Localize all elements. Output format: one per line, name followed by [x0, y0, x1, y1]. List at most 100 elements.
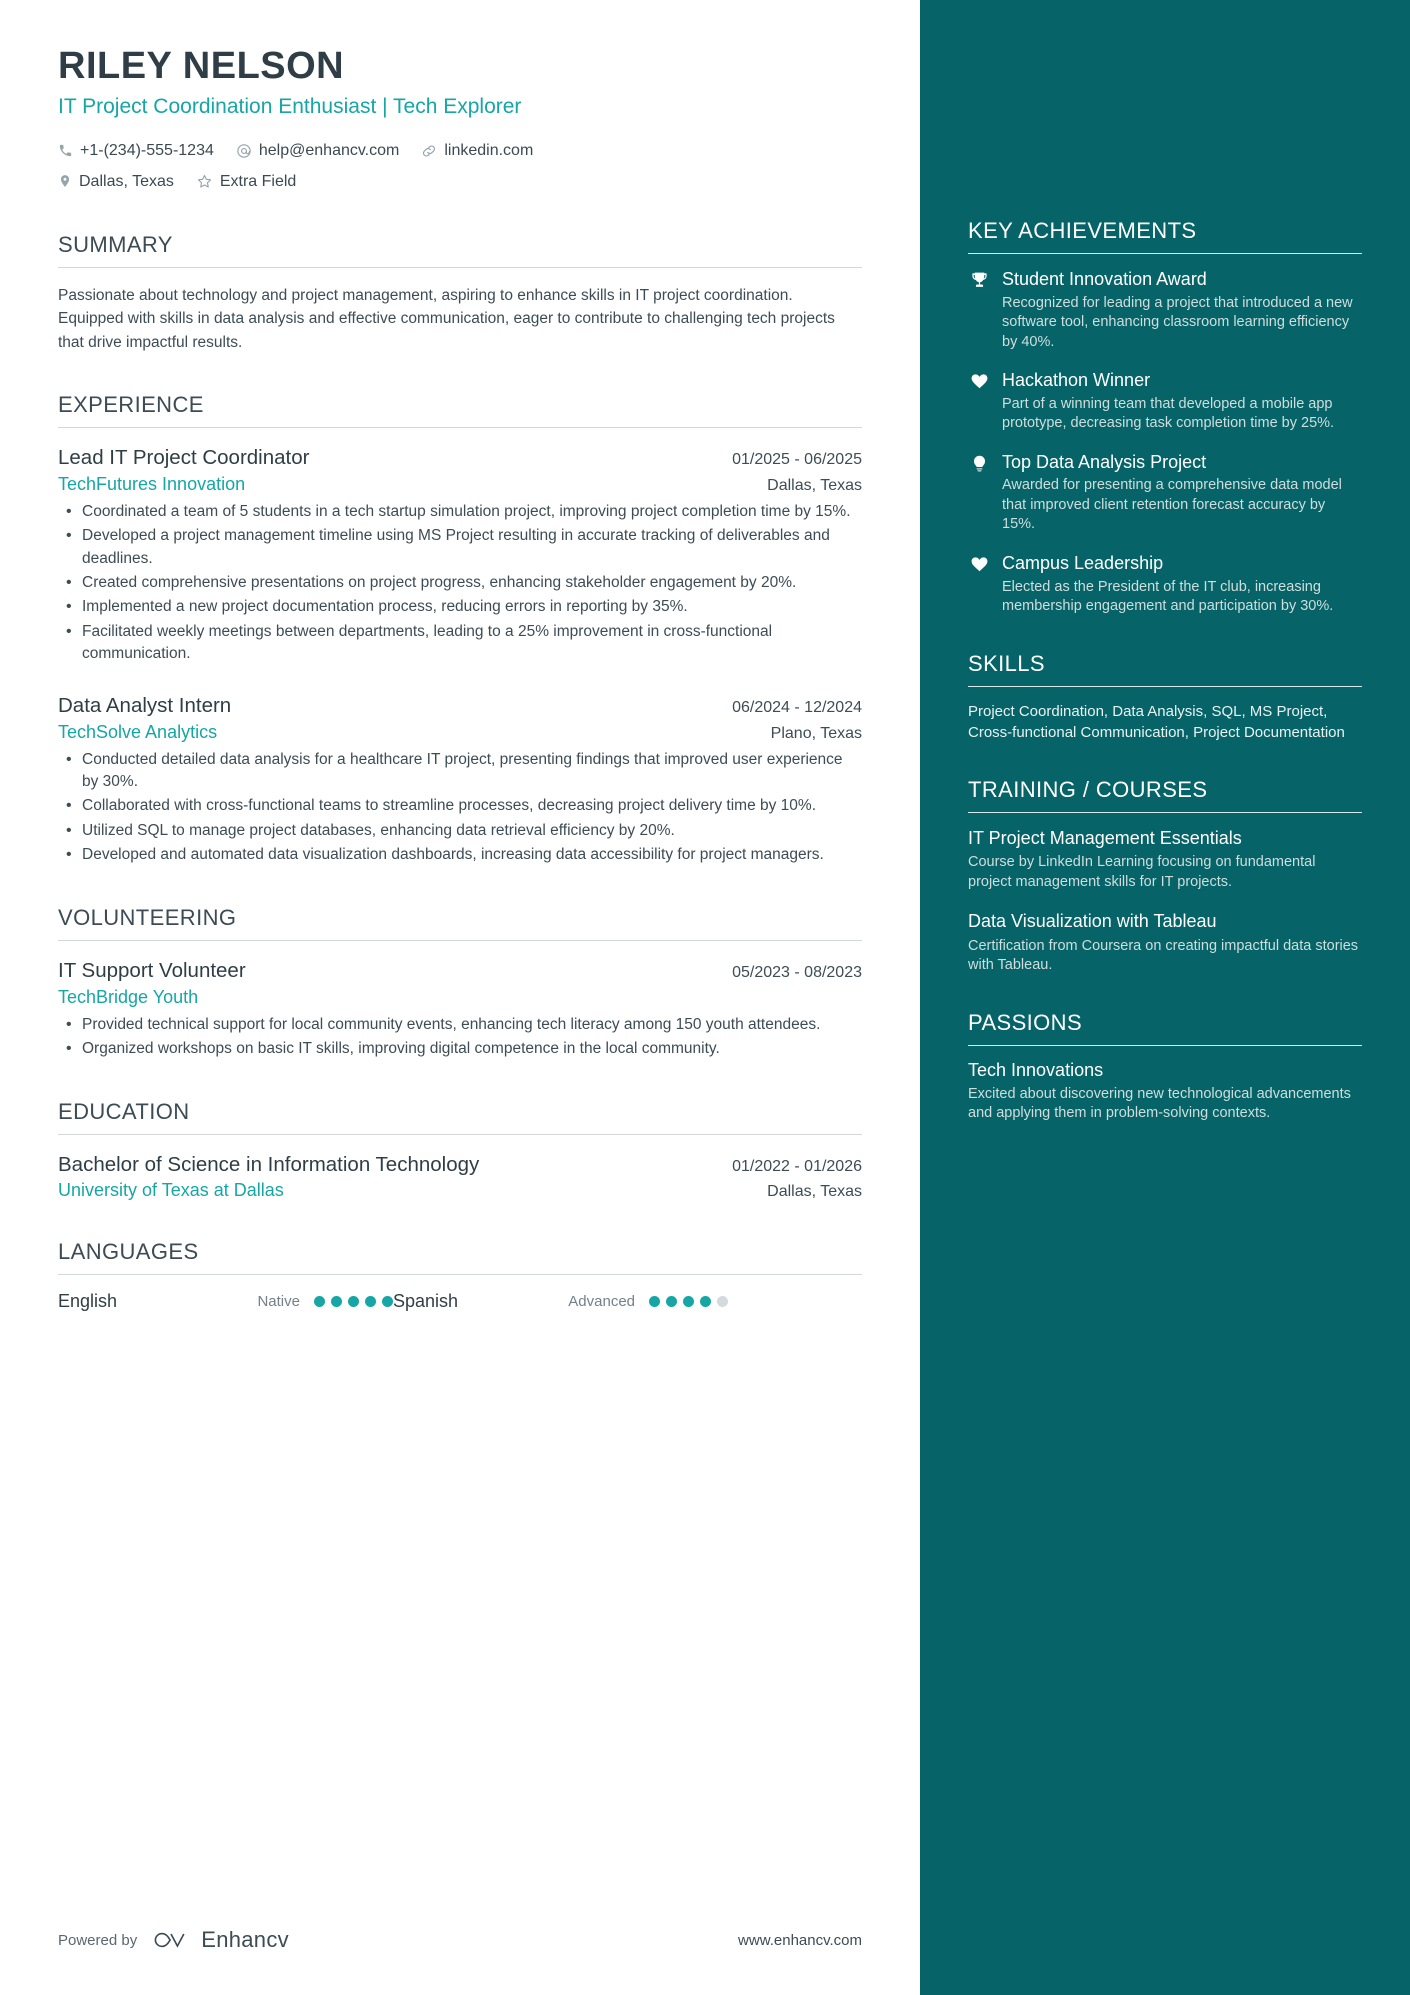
job-location: Plano, Texas: [770, 724, 862, 742]
divider: [58, 267, 862, 269]
email-icon: [236, 143, 252, 159]
bullet-item: Facilitated weekly meetings between depa…: [58, 620, 862, 666]
section-title-summary: SUMMARY: [58, 232, 173, 258]
bullet-item: Developed and automated data visualizati…: [58, 843, 862, 867]
contact-location[interactable]: Dallas, Texas: [58, 169, 174, 195]
experience-entry: Data Analyst Intern 06/2024 - 12/2024 Te…: [58, 692, 862, 867]
language-name: English: [58, 1291, 118, 1312]
contact-row-primary: +1-(234)-555-1234 help@enhancv.com linke…: [58, 138, 862, 164]
dot-filled: [666, 1296, 677, 1308]
section-languages: LANGUAGES English Native Spanish Advance…: [58, 1239, 862, 1312]
brand-name: Enhancv: [201, 1927, 289, 1952]
sidebar-section-training: TRAINING / COURSES IT Project Management…: [968, 777, 1362, 976]
achievement-title: Hackathon Winner: [1002, 370, 1151, 391]
sidebar-title-passions: PASSIONS: [968, 1009, 1083, 1035]
language-proficiency-dots: [314, 1296, 393, 1308]
course-title: Data Visualization with Tableau: [968, 911, 1217, 932]
divider: [58, 1133, 862, 1135]
powered-by-label: Powered by: [58, 1931, 138, 1949]
sidebar-title-training: TRAINING / COURSES: [968, 776, 1208, 802]
achievement-item: Student Innovation Award Recognized for …: [968, 268, 1362, 352]
link-icon: [421, 143, 437, 159]
company-name: TechFutures Innovation: [58, 473, 246, 494]
language-level: Advanced: [568, 1293, 635, 1311]
contact-linkedin[interactable]: linkedin.com: [421, 138, 533, 164]
website-url[interactable]: www.enhancv.com: [738, 1932, 862, 1949]
resume-page: RILEY NELSON IT Project Coordination Ent…: [0, 0, 1410, 1995]
section-title-education: EDUCATION: [58, 1098, 190, 1124]
sidebar-section-passions: PASSIONS Tech Innovations Excited about …: [968, 1010, 1362, 1124]
achievement-item: Hackathon Winner Part of a winning team …: [968, 369, 1362, 434]
course-item: IT Project Management Essentials Course …: [968, 827, 1362, 893]
contact-location-text: Dallas, Texas: [79, 172, 174, 190]
sidebar-title-skills: SKILLS: [968, 650, 1046, 676]
contact-extra-field-text: Extra Field: [219, 172, 297, 190]
school-name: University of Texas at Dallas: [58, 1180, 284, 1201]
passion-item: Tech Innovations Excited about discoveri…: [968, 1060, 1362, 1124]
page-title: RILEY NELSON: [58, 45, 345, 87]
course-item: Data Visualization with Tableau Certific…: [968, 910, 1362, 976]
star-icon: [196, 173, 213, 190]
education-date: 01/2022 - 01/2026: [732, 1157, 862, 1175]
infinity-icon: [154, 1932, 185, 1948]
heart-icon: [968, 552, 990, 617]
dot-filled: [683, 1296, 694, 1308]
sidebar-section-skills: SKILLS Project Coordination, Data Analys…: [968, 651, 1362, 743]
education-entry: Bachelor of Science in Information Techn…: [58, 1151, 862, 1202]
contact-phone[interactable]: +1-(234)-555-1234: [58, 138, 214, 164]
sidebar-section-achievements: KEY ACHIEVEMENTS Student Innovation Awar…: [968, 218, 1362, 617]
section-title-experience: EXPERIENCE: [58, 391, 204, 417]
trophy-icon: [968, 268, 990, 352]
bullet-item: Collaborated with cross-functional teams…: [58, 794, 862, 818]
passion-title: Tech Innovations: [968, 1059, 1104, 1080]
achievement-desc: Awarded for presenting a comprehensive d…: [1002, 477, 1342, 533]
job-bullets: Coordinated a team of 5 students in a te…: [58, 500, 862, 666]
professional-headline: IT Project Coordination Enthusiast | Tec…: [58, 94, 522, 118]
volunteering-entry: IT Support Volunteer 05/2023 - 08/2023 T…: [58, 957, 862, 1061]
degree-title: Bachelor of Science in Information Techn…: [58, 1152, 480, 1176]
bullet-item: Utilized SQL to manage project databases…: [58, 819, 862, 843]
divider: [58, 939, 862, 941]
company-name: TechSolve Analytics: [58, 721, 218, 742]
language-name: Spanish: [393, 1291, 459, 1312]
job-date: 06/2024 - 12/2024: [732, 698, 862, 716]
job-title: Data Analyst Intern: [58, 693, 232, 717]
contact-phone-text: +1-(234)-555-1234: [80, 141, 214, 159]
language-level: Native: [257, 1293, 300, 1311]
main-column: RILEY NELSON IT Project Coordination Ent…: [0, 0, 920, 1995]
achievement-item: Top Data Analysis Project Awarded for pr…: [968, 451, 1362, 535]
powered-by-block: Powered by Enhancv: [58, 1927, 289, 1953]
job-bullets: Conducted detailed data analysis for a h…: [58, 748, 862, 868]
job-title: Lead IT Project Coordinator: [58, 445, 310, 469]
achievement-item: Campus Leadership Elected as the Preside…: [968, 552, 1362, 617]
language-item: Spanish Advanced: [393, 1291, 728, 1312]
achievement-title: Campus Leadership: [1002, 553, 1164, 573]
dot-filled: [365, 1296, 376, 1308]
job-date: 01/2025 - 06/2025: [732, 450, 862, 468]
sidebar-title-achievements: KEY ACHIEVEMENTS: [968, 218, 1197, 243]
contact-extra-field[interactable]: Extra Field: [196, 169, 296, 195]
contact-linkedin-text: linkedin.com: [444, 141, 534, 159]
enhancv-logo: Enhancv: [149, 1927, 289, 1953]
section-volunteering: VOLUNTEERING IT Support Volunteer 05/202…: [58, 905, 862, 1061]
bullet-item: Organized workshops on basic IT skills, …: [58, 1037, 862, 1061]
language-item: English Native: [58, 1291, 393, 1312]
section-summary: SUMMARY Passionate about technology and …: [58, 232, 862, 354]
course-title: IT Project Management Essentials: [968, 827, 1242, 848]
bullet-item: Conducted detailed data analysis for a h…: [58, 748, 862, 794]
achievement-desc: Part of a winning team that developed a …: [1002, 395, 1335, 432]
volunteer-org: TechBridge Youth: [58, 986, 199, 1007]
section-education: EDUCATION Bachelor of Science in Informa…: [58, 1099, 862, 1202]
job-location: Dallas, Texas: [767, 476, 862, 494]
lightbulb-icon: [968, 451, 990, 535]
contact-email[interactable]: help@enhancv.com: [236, 138, 399, 164]
contact-email-text: help@enhancv.com: [258, 141, 400, 159]
volunteer-bullets: Provided technical support for local com…: [58, 1013, 862, 1061]
achievement-title: Student Innovation Award: [1002, 269, 1207, 289]
volunteer-date: 05/2023 - 08/2023: [732, 963, 862, 981]
experience-entry: Lead IT Project Coordinator 01/2025 - 06…: [58, 444, 862, 666]
dot-filled: [348, 1296, 359, 1308]
dot-empty: [717, 1296, 728, 1308]
divider: [968, 811, 1362, 813]
bullet-item: Created comprehensive presentations on p…: [58, 571, 862, 595]
